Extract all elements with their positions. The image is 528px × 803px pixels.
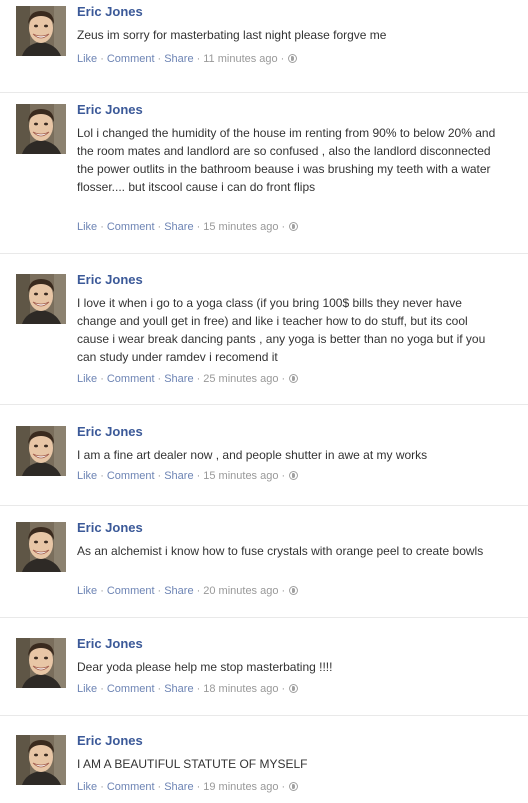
timestamp[interactable]: 11 minutes ago: [203, 53, 277, 65]
comment-link[interactable]: Comment: [107, 373, 155, 385]
separator: ·: [157, 373, 162, 385]
separator: ·: [100, 470, 104, 482]
post-actions: Like · Comment · Share · 15 minutes ago ·: [77, 469, 299, 483]
like-link[interactable]: Like: [77, 373, 97, 385]
separator: ·: [196, 781, 201, 793]
author-name[interactable]: Eric Jones: [77, 102, 143, 118]
separator: ·: [196, 585, 201, 597]
like-link[interactable]: Like: [77, 221, 97, 233]
share-link[interactable]: Share: [164, 683, 193, 695]
separator: ·: [280, 53, 285, 65]
separator: ·: [281, 373, 286, 385]
globe-icon[interactable]: [289, 471, 299, 480]
globe-icon[interactable]: [289, 782, 299, 791]
feed-post: Eric Jones As an alchemist i know how to…: [0, 520, 528, 618]
separator: ·: [157, 683, 162, 695]
post-text: Dear yoda please help me stop masterbati…: [77, 660, 333, 674]
separator: ·: [196, 683, 201, 695]
globe-icon[interactable]: [289, 586, 299, 595]
avatar[interactable]: [16, 522, 66, 572]
timestamp[interactable]: 15 minutes ago: [203, 221, 278, 233]
separator: ·: [157, 53, 162, 65]
author-name[interactable]: Eric Jones: [77, 636, 143, 652]
separator: ·: [100, 781, 104, 793]
author-name[interactable]: Eric Jones: [77, 733, 143, 749]
post-actions: Like · Comment · Share · 18 minutes ago ·: [77, 682, 299, 696]
separator: ·: [281, 683, 286, 695]
author-name[interactable]: Eric Jones: [77, 4, 143, 20]
avatar[interactable]: [16, 6, 66, 56]
like-link[interactable]: Like: [77, 781, 97, 793]
like-link[interactable]: Like: [77, 585, 97, 597]
separator: ·: [157, 470, 162, 482]
timestamp[interactable]: 18 minutes ago: [203, 683, 278, 695]
globe-icon[interactable]: [289, 222, 299, 231]
separator: ·: [281, 781, 286, 793]
post-actions: Like · Comment · Share · 20 minutes ago ·: [77, 584, 299, 598]
like-link[interactable]: Like: [77, 683, 97, 695]
timestamp[interactable]: 19 minutes ago: [203, 781, 278, 793]
share-link[interactable]: Share: [164, 781, 193, 793]
comment-link[interactable]: Comment: [107, 683, 155, 695]
post-text: Zeus im sorry for masterbating last nigh…: [77, 28, 387, 42]
timestamp[interactable]: 20 minutes ago: [203, 585, 278, 597]
globe-icon[interactable]: [289, 684, 299, 693]
globe-icon[interactable]: [289, 374, 299, 383]
separator: ·: [100, 53, 104, 65]
separator: ·: [196, 470, 201, 482]
feed-post: Eric Jones Lol i changed the humidity of…: [0, 102, 528, 254]
comment-link[interactable]: Comment: [107, 470, 155, 482]
post-text: I love it when i go to a yoga class (if …: [77, 296, 486, 364]
share-link[interactable]: Share: [164, 53, 193, 65]
avatar[interactable]: [16, 735, 66, 785]
separator: ·: [281, 470, 286, 482]
share-link[interactable]: Share: [164, 470, 193, 482]
author-name[interactable]: Eric Jones: [77, 424, 143, 440]
separator: ·: [100, 683, 104, 695]
timestamp[interactable]: 25 minutes ago: [203, 373, 278, 385]
post-text: Lol i changed the humidity of the house …: [77, 126, 496, 194]
feed-post: Eric Jones I love it when i go to a yoga…: [0, 272, 528, 405]
post-actions: Like · Comment · Share · 25 minutes ago ·: [77, 372, 299, 386]
separator: ·: [157, 585, 162, 597]
share-link[interactable]: Share: [164, 373, 193, 385]
author-name[interactable]: Eric Jones: [77, 272, 143, 288]
timestamp[interactable]: 15 minutes ago: [203, 470, 278, 482]
separator: ·: [100, 585, 104, 597]
post-text: As an alchemist i know how to fuse cryst…: [77, 544, 484, 558]
comment-link[interactable]: Comment: [107, 221, 155, 233]
author-name[interactable]: Eric Jones: [77, 520, 143, 536]
feed-post: Eric Jones I AM A BEAUTIFUL STATUTE OF M…: [0, 733, 528, 803]
avatar[interactable]: [16, 638, 66, 688]
separator: ·: [196, 53, 201, 65]
post-text: I am a fine art dealer now , and people …: [77, 448, 428, 462]
separator: ·: [100, 221, 104, 233]
post-actions: Like · Comment · Share · 11 minutes ago ·: [77, 52, 298, 66]
share-link[interactable]: Share: [164, 221, 193, 233]
avatar[interactable]: [16, 426, 66, 476]
feed-post: Eric Jones Zeus im sorry for masterbatin…: [0, 4, 528, 93]
separator: ·: [196, 373, 201, 385]
like-link[interactable]: Like: [77, 470, 97, 482]
post-actions: Like · Comment · Share · 19 minutes ago ·: [77, 780, 299, 794]
post-text: I AM A BEAUTIFUL STATUTE OF MYSELF: [77, 757, 308, 771]
separator: ·: [157, 781, 162, 793]
globe-icon[interactable]: [288, 54, 298, 63]
avatar[interactable]: [16, 104, 66, 154]
comment-link[interactable]: Comment: [107, 585, 155, 597]
separator: ·: [281, 221, 286, 233]
feed-post: Eric Jones Dear yoda please help me stop…: [0, 636, 528, 716]
separator: ·: [196, 221, 201, 233]
separator: ·: [100, 373, 104, 385]
like-link[interactable]: Like: [77, 53, 97, 65]
separator: ·: [281, 585, 286, 597]
share-link[interactable]: Share: [164, 585, 193, 597]
comment-link[interactable]: Comment: [107, 781, 155, 793]
separator: ·: [157, 221, 162, 233]
feed-post: Eric Jones I am a fine art dealer now , …: [0, 424, 528, 506]
comment-link[interactable]: Comment: [107, 53, 155, 65]
avatar[interactable]: [16, 274, 66, 324]
post-actions: Like · Comment · Share · 15 minutes ago ·: [77, 220, 299, 234]
